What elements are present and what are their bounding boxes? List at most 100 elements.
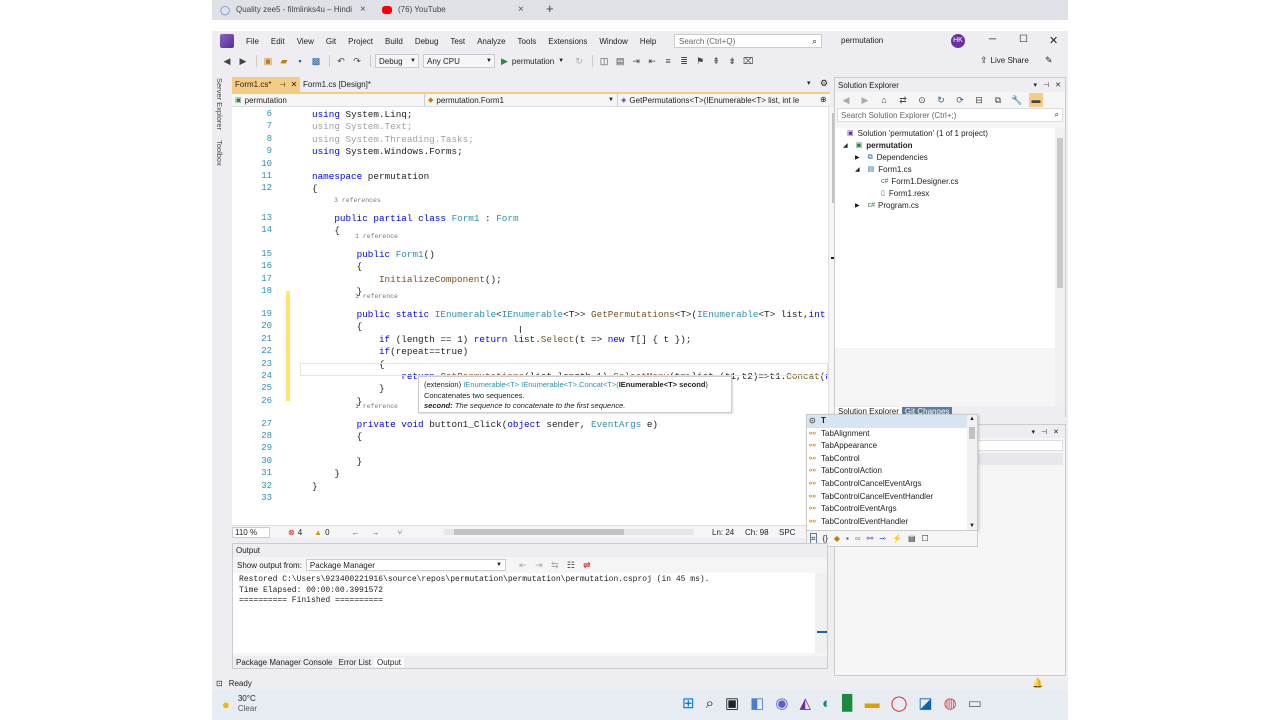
outlook-icon[interactable]: ◪	[918, 696, 932, 712]
intellisense-item[interactable]: ⚯ TabControl	[807, 453, 967, 466]
menu-item-analyze[interactable]: Analyze	[471, 37, 511, 46]
filter-extension-icon[interactable]: ☐	[922, 534, 929, 543]
forward-icon[interactable]: ▶	[858, 93, 872, 107]
file-explorer-icon[interactable]: ▬	[865, 696, 880, 712]
tree-item-form1-resx[interactable]: ▯ Form1.resx	[881, 188, 929, 200]
preview-icon[interactable]: ▬	[1029, 93, 1043, 107]
notifications-icon[interactable]: 🔔	[1032, 678, 1043, 689]
opera-icon[interactable]: ◯	[891, 696, 908, 712]
forward-icon[interactable]: ▶	[236, 54, 250, 68]
close-icon[interactable]: ✕	[1053, 428, 1059, 436]
bookmark-icon[interactable]: ⚑	[693, 54, 707, 68]
menu-item-window[interactable]: Window	[593, 37, 633, 46]
tree-item-form1[interactable]: ◢ ▤ Form1.cs	[855, 164, 912, 176]
code-editor[interactable]: 6 using System.Linq; 7 using System.Text; 8 u…	[232, 107, 828, 525]
redo-icon[interactable]: ↷	[350, 54, 364, 68]
code-ref-lens[interactable]: 1 reference	[355, 233, 398, 240]
properties-icon[interactable]: 🔧	[1010, 93, 1024, 107]
new-project-icon[interactable]: ▣	[261, 54, 275, 68]
error-icon[interactable]: ⊗	[288, 528, 295, 537]
intellisense-item[interactable]: ⚯ TabControlEventArgs	[807, 503, 967, 516]
filter-namespace-icon[interactable]: {}	[823, 534, 828, 543]
find-message-icon[interactable]: ⇆	[548, 558, 562, 572]
hot-reload-icon[interactable]: ↻	[572, 54, 586, 68]
save-all-icon[interactable]: ▩	[309, 54, 323, 68]
class-dropdown[interactable]: ◆ permutation.Form1 ▼	[425, 94, 618, 106]
filter-struct-icon[interactable]: ▪	[846, 534, 849, 543]
menu-item-file[interactable]: File	[240, 37, 265, 46]
filter-snippet-icon[interactable]: ▤	[908, 534, 916, 543]
clear-bookmarks-icon[interactable]: ⌧	[741, 54, 755, 68]
sync-icon[interactable]: ↻	[934, 93, 948, 107]
split-editor-icon[interactable]: ⊕	[820, 95, 827, 104]
teams-chat-icon[interactable]: ◉	[775, 696, 788, 712]
menu-item-project[interactable]: Project	[342, 37, 379, 46]
chrome-icon[interactable]: ◍	[944, 696, 957, 712]
doc-tab-form1-cs[interactable]: Form1.cs* ⊣ ✕	[232, 77, 300, 92]
switch-views-icon[interactable]: ⇄	[896, 93, 910, 107]
output-scrollbar[interactable]	[815, 573, 827, 653]
weather-widget[interactable]: ● 30°C Clear	[222, 694, 257, 714]
close-icon[interactable]: ×	[360, 4, 366, 15]
intellisense-item[interactable]: ⊙ T	[807, 415, 967, 428]
new-tab-button[interactable]: +	[546, 1, 554, 16]
home-icon[interactable]: ⌂	[877, 93, 891, 107]
open-icon[interactable]: ▰	[277, 54, 291, 68]
intellisense-item[interactable]: ⚯ TabAppearance	[807, 440, 967, 453]
search-box[interactable]: Search (Ctrl+Q) ⌕	[674, 34, 822, 48]
indent-icon[interactable]: ⇥	[629, 54, 643, 68]
pin-icon[interactable]: ⊣	[1041, 428, 1047, 436]
solution-search-input[interactable]: Search Solution Explorer (Ctrl+;)	[841, 111, 956, 120]
filter-interface-icon[interactable]: ⊸	[879, 534, 886, 543]
layout-icon[interactable]: ▤	[613, 54, 627, 68]
pin-icon[interactable]: ⊣	[279, 81, 285, 89]
comment-icon[interactable]: ≡	[661, 54, 675, 68]
filter-event-icon[interactable]: ⚡	[892, 534, 902, 543]
code-ref-lens[interactable]: 3 references	[334, 197, 381, 204]
minimize-icon[interactable]: ─	[989, 34, 996, 45]
filter-delegate-icon[interactable]: ⚯	[867, 534, 874, 543]
goto-previous-icon[interactable]: ⇤	[516, 558, 530, 572]
scroll-thumb[interactable]	[1057, 138, 1063, 288]
visual-studio-icon[interactable]: ◭	[799, 696, 811, 712]
show-all-files-icon[interactable]: ⧉	[991, 93, 1005, 107]
horizontal-scroll-thumb[interactable]	[454, 529, 624, 535]
menu-item-build[interactable]: Build	[379, 37, 409, 46]
toolbox-tab[interactable]: Toolbox	[215, 140, 224, 166]
output-text[interactable]: Restored C:\Users\923400221916\source\re…	[233, 573, 815, 653]
refresh-icon[interactable]: ⟳	[953, 93, 967, 107]
solution-search-box[interactable]: Search Solution Explorer (Ctrl+;) ⌕	[837, 108, 1063, 122]
filter-class-icon[interactable]: ◆	[834, 534, 840, 543]
scroll-up-icon[interactable]: ▲	[969, 416, 975, 422]
menu-item-test[interactable]: Test	[444, 37, 471, 46]
pending-changes-icon[interactable]: ⊙	[915, 93, 929, 107]
back-icon[interactable]: ◀	[220, 54, 234, 68]
search-input[interactable]: Search (Ctrl+Q)	[679, 37, 812, 46]
menu-item-edit[interactable]: Edit	[265, 37, 291, 46]
nav-forward-icon[interactable]: →	[372, 528, 380, 537]
next-bookmark-icon[interactable]: ⇟	[725, 54, 739, 68]
tab-error-list[interactable]: Error List	[336, 658, 374, 667]
tab-package-manager-console[interactable]: Package Manager Console	[233, 658, 336, 667]
close-icon[interactable]: ×	[518, 4, 524, 15]
scroll-down-icon[interactable]: ▼	[969, 523, 975, 529]
close-window-icon[interactable]: ✕	[1049, 34, 1058, 47]
solution-explorer-scrollbar[interactable]	[1055, 128, 1065, 406]
tree-item-solution[interactable]: ▣ Solution 'permutation' (1 of 1 project…	[847, 128, 988, 140]
tab-output[interactable]: Output	[373, 657, 404, 667]
server-explorer-tab[interactable]: Server Explorer	[215, 78, 224, 130]
browser-tab[interactable]: (76) YouTube ×	[382, 1, 532, 18]
windows-start-icon[interactable]: ⊞	[682, 696, 695, 712]
intellisense-item[interactable]: ⚯ TabControlEventHandler	[807, 516, 967, 529]
menu-item-extensions[interactable]: Extensions	[542, 37, 593, 46]
back-icon[interactable]: ◀	[839, 93, 853, 107]
search-icon[interactable]: ⌕	[706, 696, 714, 712]
save-icon[interactable]: ▪	[293, 54, 307, 68]
screenshot-icon[interactable]: ◫	[597, 54, 611, 68]
tree-item-form1-designer[interactable]: c# Form1.Designer.cs	[881, 176, 959, 188]
output-source-dropdown[interactable]: Package Manager ▼	[305, 559, 506, 571]
member-dropdown[interactable]: ◈ GetPermutations<T>(IEnumerable<T> list…	[618, 94, 826, 106]
git-icon[interactable]: ⑂	[398, 528, 403, 537]
intellisense-item[interactable]: ⚯ TabControlCancelEventHandler	[807, 491, 967, 504]
project-app-icon[interactable]: ▉	[842, 696, 854, 712]
